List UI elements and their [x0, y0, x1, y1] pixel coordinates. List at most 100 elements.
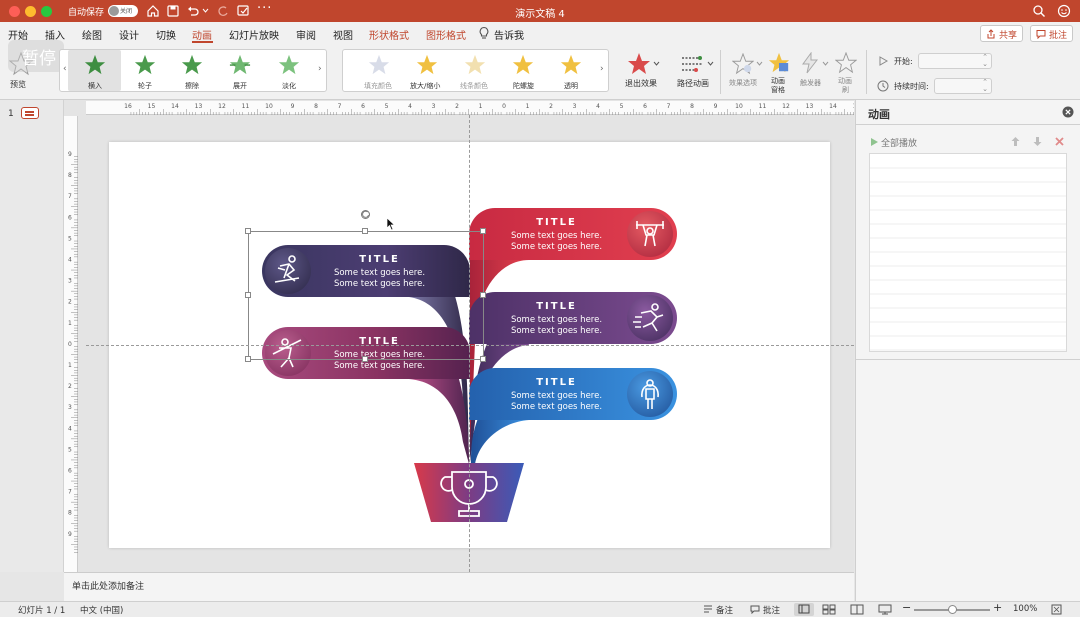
exit-effects-star-icon[interactable]	[627, 52, 651, 76]
effect-line-color[interactable]: 线条颜色	[460, 81, 488, 91]
effect-transparency[interactable]: 透明	[564, 81, 578, 91]
tab-design[interactable]: 设计	[119, 27, 139, 42]
animation-painter-icon[interactable]	[835, 52, 857, 74]
fly-in-star-icon[interactable]	[84, 54, 106, 76]
slide-thumbnail[interactable]	[21, 107, 39, 119]
slide-sorter-icon[interactable]	[822, 604, 836, 615]
tab-graphic-format[interactable]: 图形格式	[426, 27, 466, 42]
exit-effects-button[interactable]: 退出效果	[625, 78, 657, 89]
effect-grow-shrink[interactable]: 放大/缩小	[410, 81, 440, 91]
zoom-slider-thumb[interactable]	[947, 605, 957, 614]
tab-slideshow[interactable]: 幻灯片放映	[229, 27, 279, 42]
notes-icon[interactable]	[703, 605, 713, 614]
normal-view-button[interactable]	[794, 603, 814, 616]
line-color-star-icon[interactable]	[464, 54, 486, 76]
close-pane-icon[interactable]	[1062, 106, 1074, 118]
zoom-level[interactable]: 100%	[1013, 604, 1037, 614]
notes-placeholder[interactable]: 单击此处添加备注	[72, 579, 144, 592]
start-select[interactable]: ⌃ ⌄	[918, 53, 992, 69]
effect-wipe[interactable]: 擦除	[185, 81, 199, 91]
animation-pane-label-2[interactable]: 窗格	[771, 85, 785, 95]
search-icon[interactable]	[1032, 4, 1046, 18]
horizontal-guide[interactable]	[86, 345, 854, 346]
split-star-icon[interactable]	[229, 54, 251, 76]
preview-label[interactable]: 预览	[10, 79, 26, 90]
effect-fade[interactable]: 淡化	[282, 81, 296, 91]
notes-toggle[interactable]: 备注	[716, 604, 733, 616]
comments-button[interactable]: 批注	[1030, 25, 1073, 42]
vertical-guide[interactable]	[469, 115, 470, 572]
move-up-icon[interactable]	[1010, 136, 1021, 147]
resize-handle[interactable]	[362, 228, 368, 234]
effect-spin[interactable]: 陀螺旋	[513, 81, 534, 91]
fill-color-star-icon[interactable]	[368, 54, 390, 76]
grow-shrink-star-icon[interactable]	[416, 54, 438, 76]
share-button[interactable]: 共享	[980, 25, 1023, 42]
zoom-in-icon[interactable]: +	[993, 601, 1002, 614]
wheel-star-icon[interactable]	[134, 54, 156, 76]
resize-handle[interactable]	[480, 292, 486, 298]
duration-stepper[interactable]: ⌃ ⌄	[934, 78, 992, 94]
effect-fill-color[interactable]: 填充颜色	[364, 81, 392, 91]
effect-wheel[interactable]: 轮子	[138, 81, 152, 91]
ruler-tick-label: 3	[573, 103, 577, 110]
comments-icon[interactable]	[750, 605, 760, 614]
play-all-icon[interactable]	[869, 137, 879, 147]
fit-to-window-icon[interactable]	[1051, 604, 1062, 615]
resize-handle[interactable]	[480, 228, 486, 234]
smiley-icon[interactable]	[1057, 4, 1071, 18]
ruler-tick-label: 7	[68, 193, 72, 200]
delete-icon[interactable]	[1054, 136, 1065, 147]
rotate-handle-icon[interactable]	[360, 209, 371, 220]
zoom-out-icon[interactable]: −	[902, 601, 911, 614]
path-animation-icon[interactable]	[680, 54, 704, 76]
item-text: Some text goes here.	[510, 315, 603, 325]
path-dropdown-icon[interactable]	[707, 61, 714, 67]
tab-transitions[interactable]: 切换	[156, 27, 176, 42]
animation-pane-icon[interactable]	[768, 52, 790, 74]
gallery-next-icon[interactable]: ›	[318, 64, 322, 74]
notes-pane[interactable]: 单击此处添加备注	[64, 572, 854, 601]
tab-shape-format[interactable]: 形状格式	[369, 27, 409, 42]
resize-handle[interactable]	[245, 356, 251, 362]
tab-draw[interactable]: 绘图	[82, 27, 102, 42]
slideshow-icon[interactable]	[878, 604, 892, 615]
animation-painter-label-2[interactable]: 刷	[842, 85, 849, 95]
gallery-prev-icon[interactable]: ‹	[63, 64, 67, 74]
reading-view-icon[interactable]	[850, 604, 864, 615]
spin-star-icon[interactable]	[512, 54, 534, 76]
right-item-purple[interactable]: TITLE Some text goes here. Some text goe…	[469, 292, 677, 344]
effect-options-icon[interactable]	[732, 53, 754, 75]
ruler-tick-label: 10	[735, 103, 743, 110]
ruler-tick-label: 0	[68, 341, 72, 348]
play-all-button[interactable]: 全部播放	[881, 136, 917, 149]
effect-options-dropdown-icon[interactable]	[756, 61, 763, 67]
effect-fly-in[interactable]: 横入	[88, 81, 102, 91]
animation-list[interactable]	[869, 153, 1067, 352]
tab-review[interactable]: 审阅	[296, 27, 316, 42]
selection-box[interactable]	[248, 231, 484, 360]
effect-options-button[interactable]: 效果选项	[729, 78, 757, 88]
tab-view[interactable]: 视图	[333, 27, 353, 42]
resize-handle[interactable]	[480, 356, 486, 362]
tell-me[interactable]: 告诉我	[494, 27, 524, 42]
resize-handle[interactable]	[362, 356, 368, 362]
wipe-star-icon[interactable]	[181, 54, 203, 76]
path-animation-button[interactable]: 路径动画	[677, 78, 709, 89]
emphasis-next-icon[interactable]: ›	[600, 64, 604, 74]
right-item-blue[interactable]: TITLE Some text goes here. Some text goe…	[469, 368, 677, 420]
exit-dropdown-icon[interactable]	[653, 61, 660, 67]
fade-star-icon[interactable]	[278, 54, 300, 76]
language[interactable]: 中文 (中国)	[80, 604, 123, 616]
trigger-lightning-icon[interactable]	[800, 52, 820, 74]
move-down-icon[interactable]	[1032, 136, 1043, 147]
tab-animations[interactable]: 动画	[192, 27, 212, 42]
resize-handle[interactable]	[245, 292, 251, 298]
right-item-red[interactable]: TITLE Some text goes here. Some text goe…	[469, 208, 677, 260]
trigger-dropdown-icon[interactable]	[822, 61, 829, 67]
trigger-button[interactable]: 触发器	[800, 78, 821, 88]
effect-split[interactable]: 展开	[233, 81, 247, 91]
comments-toggle[interactable]: 批注	[763, 604, 780, 616]
resize-handle[interactable]	[245, 228, 251, 234]
transparency-star-icon[interactable]	[560, 54, 582, 76]
